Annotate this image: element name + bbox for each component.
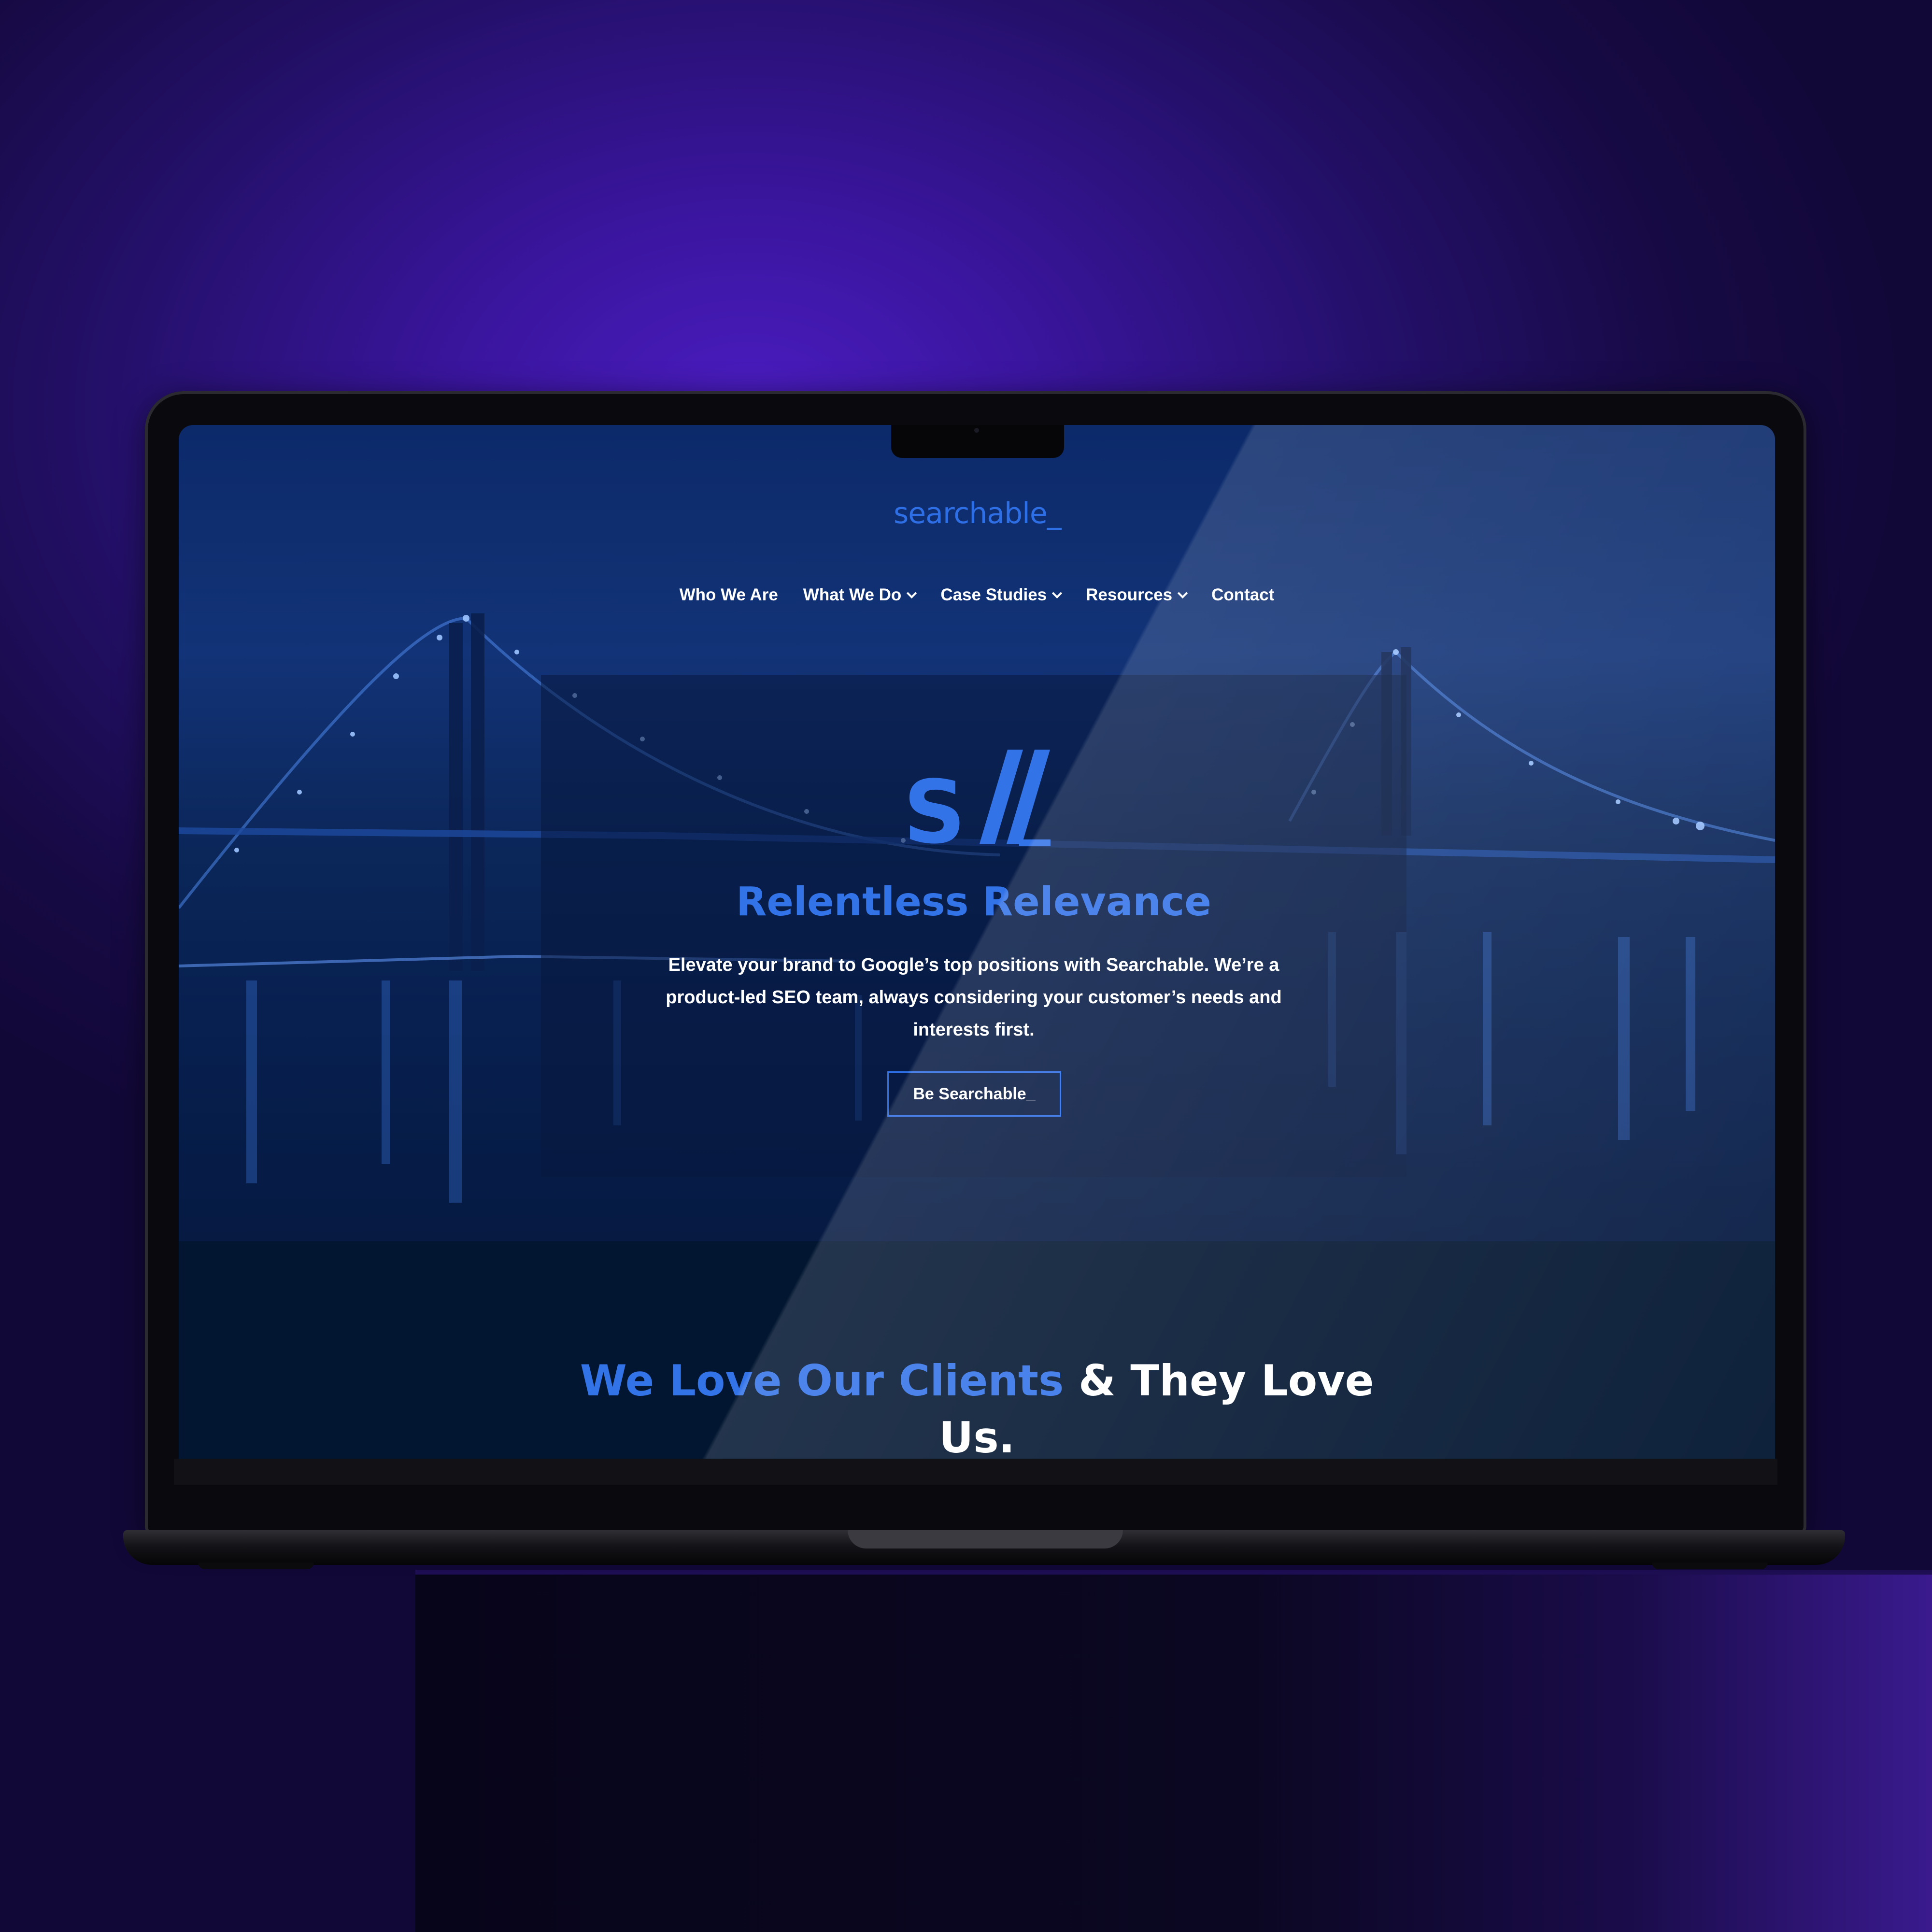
nav-label: Resources — [1086, 585, 1173, 604]
nav-item-contact[interactable]: Contact — [1211, 585, 1274, 605]
laptop-foot-right — [1652, 1563, 1768, 1569]
nav-label: Case Studies — [940, 585, 1047, 604]
laptop-opening-notch — [848, 1530, 1123, 1548]
pedestal-edge — [415, 1570, 1932, 1575]
nav-item-who-we-are[interactable]: Who We Are — [680, 585, 778, 605]
laptop-foot-left — [198, 1563, 314, 1569]
nav-label: Contact — [1211, 585, 1275, 604]
monogram-letter: S — [903, 762, 966, 849]
hero-headline: Relentless Relevance — [736, 879, 1211, 925]
section-title: We Love Our Clients & They Love Us. — [565, 1352, 1389, 1459]
nav-label: What We Do — [803, 585, 902, 604]
main-nav: Who We Are What We Do Case Studies Resou… — [179, 585, 1775, 605]
laptop-chin — [174, 1459, 1777, 1485]
chevron-down-icon — [1052, 588, 1063, 598]
site-logo[interactable]: searchable_ — [894, 497, 1062, 530]
chevron-down-icon — [907, 588, 917, 598]
nav-item-resources[interactable]: Resources — [1086, 585, 1188, 605]
nav-item-case-studies[interactable]: Case Studies — [940, 585, 1063, 605]
be-searchable-button[interactable]: Be Searchable_ — [887, 1071, 1061, 1117]
searchable-monogram-logo: S — [903, 750, 1051, 849]
section-title-highlight: We Love Our Clients — [580, 1356, 1064, 1406]
laptop-screen: searchable_ Who We Are What We Do Case S… — [179, 425, 1775, 1459]
chevron-down-icon — [1178, 588, 1188, 598]
hero-description: Elevate your brand to Google’s top posit… — [666, 955, 1282, 1040]
pedestal — [415, 1570, 1932, 1932]
nav-label: Who We Are — [679, 585, 778, 604]
nav-item-what-we-do[interactable]: What We Do — [803, 585, 917, 605]
camera-icon — [974, 428, 979, 433]
